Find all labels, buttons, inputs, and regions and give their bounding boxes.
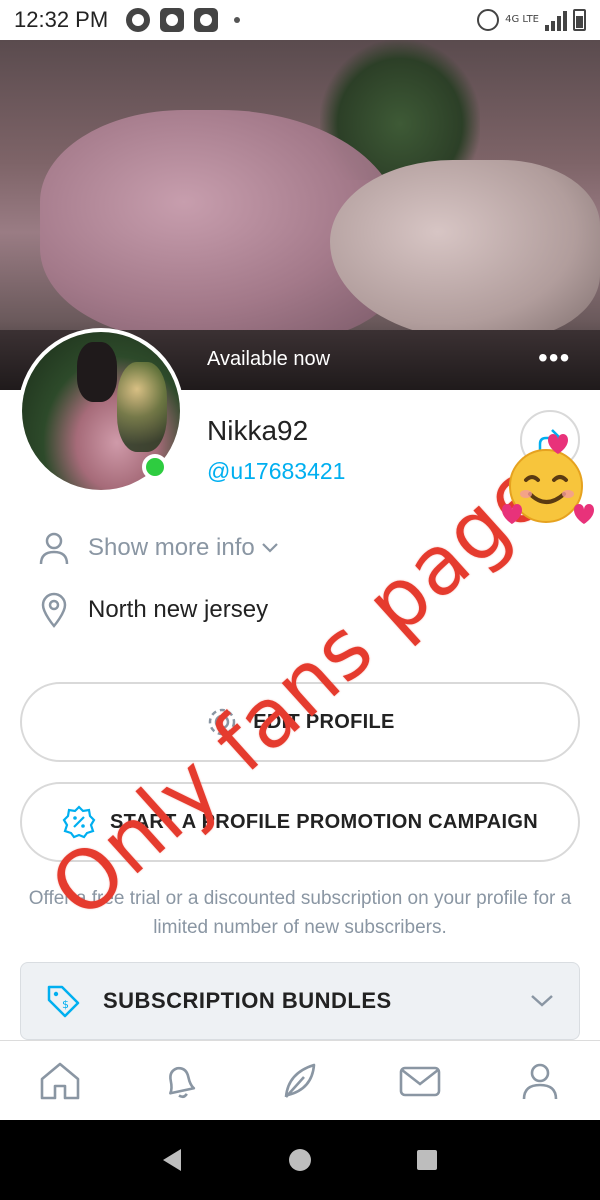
mail-icon bbox=[399, 1066, 441, 1096]
nav-profile[interactable] bbox=[510, 1051, 570, 1111]
nav-messages[interactable] bbox=[390, 1051, 450, 1111]
share-button[interactable] bbox=[520, 410, 580, 470]
snapchat-icon bbox=[160, 8, 185, 32]
location-pin-icon bbox=[41, 592, 67, 628]
android-navigation-bar bbox=[0, 1120, 600, 1200]
share-icon bbox=[538, 429, 562, 450]
nav-home[interactable] bbox=[30, 1051, 90, 1111]
profile-name: Nikka92 bbox=[207, 415, 309, 446]
profile-handle[interactable]: @u17683421 bbox=[207, 458, 345, 485]
feather-icon bbox=[284, 1063, 316, 1098]
show-more-info-label: Show more info bbox=[88, 534, 255, 561]
promotion-description: Offer a free trial or a discounted subsc… bbox=[28, 888, 572, 938]
svg-text:$: $ bbox=[62, 998, 69, 1011]
edit-profile-button[interactable]: EDIT PROFILE bbox=[20, 682, 580, 762]
android-recents-button[interactable] bbox=[407, 1140, 447, 1180]
network-type: 4G LTE bbox=[505, 14, 539, 25]
price-tag-icon: $ bbox=[45, 983, 81, 1019]
bottom-navigation bbox=[0, 1040, 600, 1120]
user-icon bbox=[522, 1063, 558, 1099]
notification-app-icon bbox=[126, 8, 151, 32]
back-icon bbox=[163, 1149, 182, 1171]
home-circle-icon bbox=[288, 1149, 311, 1171]
promotion-campaign-button[interactable]: START A PROFILE PROMOTION CAMPAIGN bbox=[20, 782, 580, 862]
location-row: North new jersey bbox=[38, 592, 268, 628]
battery-icon bbox=[573, 9, 586, 31]
chevron-down-icon bbox=[261, 543, 278, 553]
more-notifications-icon bbox=[234, 17, 241, 23]
availability-status: Available now bbox=[207, 348, 331, 370]
online-status-indicator bbox=[142, 454, 168, 480]
avatar-hair bbox=[77, 342, 117, 402]
snapchat-icon bbox=[194, 8, 219, 32]
android-home-button[interactable] bbox=[280, 1140, 320, 1180]
avatar-tree-lights bbox=[117, 362, 167, 452]
bell-icon bbox=[169, 1066, 196, 1098]
android-back-button[interactable] bbox=[153, 1140, 193, 1180]
status-time: 12:32 PM bbox=[14, 7, 109, 32]
show-more-info[interactable]: Show more info bbox=[38, 530, 279, 566]
notification-icons bbox=[126, 8, 241, 32]
home-icon bbox=[40, 1062, 80, 1099]
nav-create-post[interactable] bbox=[270, 1051, 330, 1111]
promotion-campaign-label: START A PROFILE PROMOTION CAMPAIGN bbox=[110, 810, 538, 833]
more-options-icon[interactable]: ••• bbox=[538, 344, 570, 372]
alarm-icon bbox=[477, 9, 500, 31]
subscription-bundles-toggle[interactable]: $ SUBSCRIPTION BUNDLES bbox=[20, 962, 580, 1040]
system-icons: 4G LTE bbox=[477, 9, 586, 31]
location-text: North new jersey bbox=[88, 596, 269, 623]
edit-profile-label: EDIT PROFILE bbox=[253, 710, 395, 733]
user-icon bbox=[39, 532, 69, 565]
nav-notifications[interactable] bbox=[150, 1051, 210, 1111]
status-bar: 12:32 PM 4G LTE bbox=[0, 0, 600, 40]
recents-icon bbox=[416, 1150, 437, 1170]
subscription-bundles-label: SUBSCRIPTION BUNDLES bbox=[103, 988, 392, 1013]
chevron-down-icon bbox=[529, 993, 555, 1009]
gear-icon bbox=[205, 705, 239, 739]
signal-icon bbox=[545, 9, 567, 31]
discount-badge-icon bbox=[62, 805, 96, 839]
